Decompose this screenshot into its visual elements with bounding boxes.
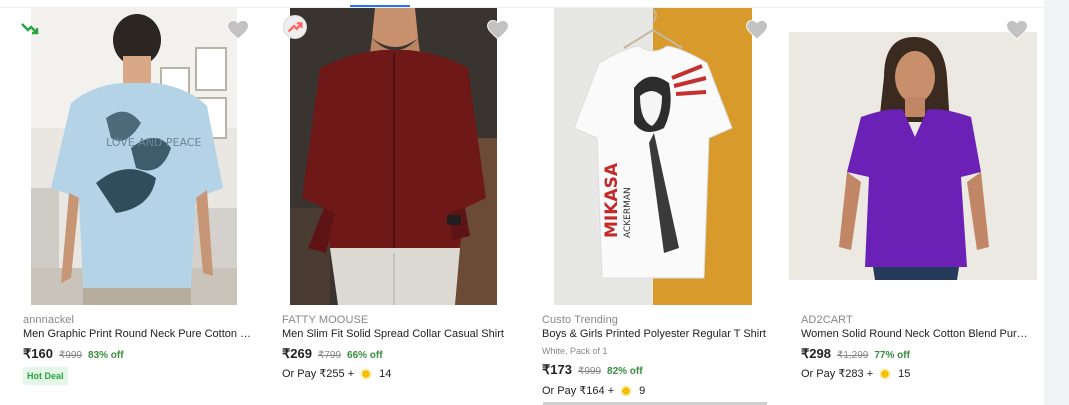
- product-brand: FATTY MOOUSE: [282, 314, 369, 326]
- product-title[interactable]: Women Solid Round Neck Cotton Blend Purp…: [801, 328, 1031, 340]
- product-image[interactable]: [290, 8, 497, 305]
- product-image[interactable]: [789, 32, 1037, 280]
- product-price: ₹269: [282, 346, 312, 361]
- heart-icon[interactable]: [1006, 20, 1028, 40]
- supercoin-icon: [621, 385, 632, 396]
- tshirt-print-text: LOVE AND PEACE: [106, 136, 201, 149]
- heart-icon[interactable]: [746, 20, 768, 40]
- product-mrp: ₹799: [317, 350, 342, 361]
- hot-deal-badge: Hot Deal: [23, 367, 68, 385]
- top-tab-strip: [0, 0, 1044, 8]
- pay-with-coins-text: Or Pay ₹164 +: [542, 385, 615, 397]
- product-price: ₹160: [23, 346, 53, 361]
- product-price: ₹298: [801, 346, 831, 361]
- product-mrp: ₹999: [58, 350, 83, 361]
- product-card[interactable]: MIKASA ACKERMAN Custo Trending Boys & Gi…: [519, 8, 779, 405]
- product-brand: Custo Trending: [542, 314, 618, 326]
- product-price: ₹173: [542, 362, 572, 377]
- product-card[interactable]: LOVE AND PEACE annnackel Men Graphic Pri…: [0, 8, 259, 405]
- product-mrp: ₹1,299: [836, 350, 869, 361]
- supercoin-count: 14: [379, 367, 392, 380]
- tshirt-print-ackerman: ACKERMAN: [623, 187, 633, 238]
- supercoin-icon: [361, 368, 372, 379]
- heart-icon[interactable]: [227, 20, 249, 40]
- active-tab-indicator: [350, 5, 410, 7]
- product-discount: 83% off: [88, 350, 124, 361]
- product-image[interactable]: MIKASA ACKERMAN: [554, 8, 752, 305]
- price-row: ₹298 ₹1,299 77% off: [801, 346, 910, 362]
- pay-with-coins-text: Or Pay ₹283 +: [801, 368, 874, 380]
- product-mrp: ₹999: [577, 366, 602, 377]
- price-row: ₹269 ₹799 66% off: [282, 346, 383, 362]
- product-variant: White, Pack of 1: [542, 346, 608, 356]
- product-title[interactable]: Boys & Girls Printed Polyester Regular T…: [542, 328, 772, 340]
- supercoin-pay-row: Or Pay ₹164 + 9: [542, 384, 646, 398]
- product-title[interactable]: Men Slim Fit Solid Spread Collar Casual …: [282, 328, 512, 340]
- price-row: ₹160 ₹999 83% off: [23, 346, 124, 362]
- price-row: ₹173 ₹999 82% off: [542, 362, 643, 378]
- supercoin-pay-row: Or Pay ₹255 + 14: [282, 367, 392, 381]
- product-title[interactable]: Men Graphic Print Round Neck Pure Cotton…: [23, 328, 253, 340]
- supercoin-count: 15: [898, 367, 911, 380]
- product-card[interactable]: AD2CART Women Solid Round Neck Cotton Bl…: [778, 8, 1044, 405]
- trending-down-icon: [18, 16, 42, 40]
- pay-with-coins-text: Or Pay ₹255 +: [282, 368, 355, 380]
- product-brand: annnackel: [23, 314, 75, 326]
- product-discount: 77% off: [874, 350, 910, 361]
- supercoin-icon: [880, 368, 891, 379]
- page-background: [1044, 0, 1069, 405]
- product-discount: 66% off: [347, 350, 383, 361]
- product-image[interactable]: LOVE AND PEACE: [31, 8, 237, 305]
- supercoin-pay-row: Or Pay ₹283 + 15: [801, 367, 911, 381]
- heart-icon[interactable]: [487, 20, 509, 40]
- product-grid: LOVE AND PEACE annnackel Men Graphic Pri…: [0, 0, 1044, 405]
- tshirt-print-mikasa: MIKASA: [602, 162, 622, 238]
- product-card[interactable]: FATTY MOOUSE Men Slim Fit Solid Spread C…: [259, 8, 519, 405]
- product-brand: AD2CART: [801, 314, 853, 326]
- trending-up-icon: [283, 15, 307, 39]
- product-discount: 82% off: [607, 366, 643, 377]
- supercoin-count: 9: [639, 384, 646, 397]
